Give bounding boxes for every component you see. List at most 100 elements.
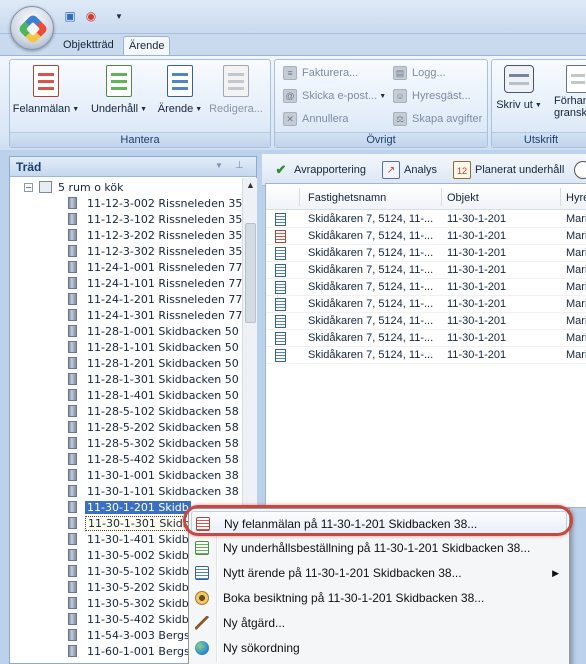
cell-fastighetsnamn: Skidåkaren 7, 5124, 11-... bbox=[308, 264, 434, 276]
tree-item[interactable]: 11-28-1-201 Skidbacken 50 bbox=[68, 356, 241, 372]
logg-button[interactable]: ▤ Logg... bbox=[393, 64, 446, 82]
door-icon bbox=[68, 373, 77, 385]
cell-objekt: 11-30-1-201 bbox=[447, 281, 507, 293]
table-row[interactable]: Skidåkaren 7, 5124, 11-... 11-30-1-201 Mar… bbox=[266, 211, 586, 228]
menu-item-boka-besiktning[interactable]: Boka besiktning på 11-30-1-201 Skidbacke… bbox=[191, 586, 567, 610]
printer-icon bbox=[504, 65, 534, 93]
submenu-arrow-icon: ▶ bbox=[552, 568, 559, 578]
table-row[interactable]: Skidåkaren 7, 5124, 11-... 11-30-1-201 Mar… bbox=[266, 279, 586, 296]
tree-item[interactable]: 11-24-1-201 Rissneleden 77 bbox=[68, 292, 242, 308]
skapa-avgifter-button[interactable]: ⚖ Skapa avgifter bbox=[393, 110, 482, 128]
tree-item[interactable]: 11-28-1-401 Skidbacken 50 bbox=[68, 388, 241, 404]
tree-item[interactable]: 11-30-1-101 Skidbacken 38 bbox=[68, 484, 241, 500]
door-icon bbox=[68, 581, 77, 593]
arende-button[interactable]: Ärende ▼ bbox=[154, 65, 206, 125]
tree-item[interactable]: 11-54-3-003 Bergs bbox=[68, 628, 192, 644]
felanmalan-button[interactable]: Felanmälan ▼ bbox=[12, 65, 80, 125]
tree-item[interactable]: 11-28-5-202 Skidbacken 58 bbox=[68, 420, 241, 436]
tree-item[interactable]: 11-28-5-102 Skidbacken 58 bbox=[68, 404, 241, 420]
tree-root-node[interactable]: − 5 rum o kök bbox=[24, 180, 124, 196]
tree-item[interactable]: 11-30-5-102 Skidb bbox=[68, 564, 191, 580]
tab-arende[interactable]: Ärende bbox=[123, 36, 171, 56]
tree-item[interactable]: 11-30-5-402 Skidb bbox=[68, 612, 191, 628]
table-row[interactable]: Skidåkaren 7, 5124, 11-... 11-30-1-201 Mar… bbox=[266, 330, 586, 347]
table-row[interactable]: Skidåkaren 7, 5124, 11-... 11-30-1-201 Mar… bbox=[266, 347, 586, 364]
table-row[interactable]: Skidåkaren 7, 5124, 11-... 11-30-1-201 Mar… bbox=[266, 245, 586, 262]
cell-objekt: 11-30-1-201 bbox=[447, 213, 507, 225]
hyresgast-button[interactable]: ☺ Hyresgäst... bbox=[393, 87, 471, 105]
tree-item[interactable]: 11-12-3-302 Rissneleden 35 bbox=[68, 244, 242, 260]
group-label-ovrigt: Övrigt bbox=[275, 132, 487, 147]
tree-item[interactable]: 11-12-3-102 Rissneleden 35 bbox=[68, 212, 242, 228]
chevron-down-icon[interactable]: ▼ bbox=[535, 102, 542, 109]
arende-type-icon bbox=[275, 213, 286, 226]
tree-item[interactable]: 11-12-3-202 Rissneleden 35 bbox=[68, 228, 242, 244]
pin-icon[interactable]: ⊥ bbox=[235, 160, 244, 171]
chevron-down-icon[interactable]: ▼ bbox=[195, 106, 202, 113]
forhandsgranskning-button[interactable]: Förhan granskn bbox=[554, 65, 586, 125]
tree-item[interactable]: 11-28-5-402 Skidbacken 58 bbox=[68, 452, 241, 468]
chevron-down-icon[interactable]: ▼ bbox=[379, 93, 386, 100]
underhall-button[interactable]: Underhåll ▼ bbox=[86, 65, 152, 125]
tab-objekttrad[interactable]: Objektträd bbox=[58, 36, 119, 56]
redigera-button[interactable]: Redigera... bbox=[206, 65, 266, 125]
save-icon[interactable]: ▣ bbox=[62, 8, 78, 24]
door-icon bbox=[68, 437, 77, 449]
tree-item[interactable]: 11-28-1-001 Skidbacken 50 bbox=[68, 324, 241, 340]
table-row[interactable]: Skidåkaren 7, 5124, 11-... 11-30-1-201 Mar… bbox=[266, 262, 586, 279]
menu-item-ny-felanmalan[interactable]: Ny felanmälan på 11-30-1-201 Skidbacken … bbox=[191, 511, 567, 535]
tree-item-label: 11-28-5-102 Skidbacken 58 bbox=[87, 405, 239, 418]
cell-fastighetsnamn: Skidåkaren 7, 5124, 11-... bbox=[308, 332, 434, 344]
tree-item[interactable]: 11-30-1-201 Skidb bbox=[68, 500, 191, 516]
tree-item[interactable]: 11-28-1-101 Skidbacken 50 bbox=[68, 340, 241, 356]
dropdown-arrow-icon[interactable]: ▼ bbox=[114, 8, 124, 24]
invoice-icon: ≡ bbox=[283, 66, 297, 80]
cell-objekt: 11-30-1-201 bbox=[447, 264, 507, 276]
tree-item[interactable]: 11-30-1-001 Skidbacken 38 bbox=[68, 468, 241, 484]
table-row[interactable]: Skidåkaren 7, 5124, 11-... 11-30-1-201 Mar… bbox=[266, 296, 586, 313]
tree-item-label: 11-12-3-202 Rissneleden 35 bbox=[87, 229, 242, 242]
chevron-down-icon[interactable]: ▼ bbox=[72, 106, 79, 113]
column-header-hyresgast[interactable]: Hyre bbox=[566, 192, 586, 204]
tree-item[interactable]: 11-28-1-301 Skidbacken 50 bbox=[68, 372, 241, 388]
skriv-ut-button[interactable]: Skriv ut ▼ bbox=[496, 65, 542, 125]
tree-item[interactable]: 11-28-5-302 Skidbacken 58 bbox=[68, 436, 241, 452]
tree-item[interactable]: 11-24-1-301 Rissneleden 77 bbox=[68, 308, 242, 324]
tree-item[interactable]: 11-30-5-202 Skidb bbox=[68, 580, 191, 596]
annullera-button[interactable]: ✕ Annullera bbox=[283, 110, 348, 128]
help-lifebuoy-icon[interactable]: ◉ bbox=[82, 8, 100, 24]
tree-item[interactable]: 11-24-1-101 Rissneleden 77 bbox=[68, 276, 242, 292]
menu-item-ny-underhallsbestallning[interactable]: Ny underhållsbeställning på 11-30-1-201 … bbox=[191, 536, 567, 560]
tree-item[interactable]: 11-30-5-302 Skidb bbox=[68, 596, 191, 612]
collapse-icon[interactable]: − bbox=[24, 183, 33, 192]
skicka-epost-button[interactable]: @ Skicka e-post... ▼ bbox=[283, 87, 386, 105]
fakturera-button[interactable]: ≡ Fakturera... bbox=[283, 64, 358, 82]
tree-item[interactable]: 11-60-1-001 Bergs bbox=[68, 644, 192, 660]
tree-title: Träd bbox=[16, 160, 42, 174]
tree-item[interactable]: 11-30-5-002 Skidb bbox=[68, 548, 191, 564]
logg-label: Logg... bbox=[412, 67, 446, 79]
pane-dropdown-icon[interactable]: ▼ bbox=[215, 161, 223, 170]
scroll-up-icon[interactable]: ▲ bbox=[246, 180, 255, 190]
clock-button[interactable] bbox=[574, 160, 586, 180]
avrapportering-button[interactable]: ✔ Avrapportering bbox=[272, 160, 366, 180]
chevron-down-icon[interactable]: ▼ bbox=[140, 106, 147, 113]
table-row[interactable]: Skidåkaren 7, 5124, 11-... 11-30-1-201 Mar… bbox=[266, 313, 586, 330]
tree-item[interactable]: 11-24-1-001 Rissneleden 77 bbox=[68, 260, 242, 276]
analys-button[interactable]: ↗ Analys bbox=[382, 160, 437, 180]
tree-item[interactable]: 11-12-3-002 Rissneleden 35 bbox=[68, 196, 242, 212]
menu-item-ny-atgard[interactable]: Ny åtgärd... bbox=[191, 611, 567, 635]
scroll-thumb[interactable] bbox=[245, 223, 256, 323]
tree-item[interactable]: 11-30-1-401 Skidb bbox=[68, 532, 191, 548]
menu-item-nytt-arende[interactable]: Nytt ärende på 11-30-1-201 Skidbacken 38… bbox=[191, 561, 567, 585]
table-row[interactable]: Skidåkaren 7, 5124, 11-... 11-30-1-201 Mar… bbox=[266, 228, 586, 245]
skriv-ut-label: Skriv ut bbox=[496, 99, 533, 111]
tree-item[interactable]: 11-30-1-301 Skidb bbox=[68, 516, 193, 532]
arende-type-icon bbox=[275, 349, 286, 362]
planerat-underhall-button[interactable]: 12 Planerat underhåll bbox=[453, 160, 564, 180]
menu-item-ny-sokordning[interactable]: Ny sökordning bbox=[191, 636, 567, 660]
column-header-objekt[interactable]: Objekt bbox=[447, 192, 479, 204]
column-header-fastighetsnamn[interactable]: Fastighetsnamn bbox=[308, 192, 386, 204]
app-menu-button[interactable] bbox=[10, 6, 54, 50]
tree-item-label: 11-30-5-202 Skidb bbox=[87, 581, 189, 594]
